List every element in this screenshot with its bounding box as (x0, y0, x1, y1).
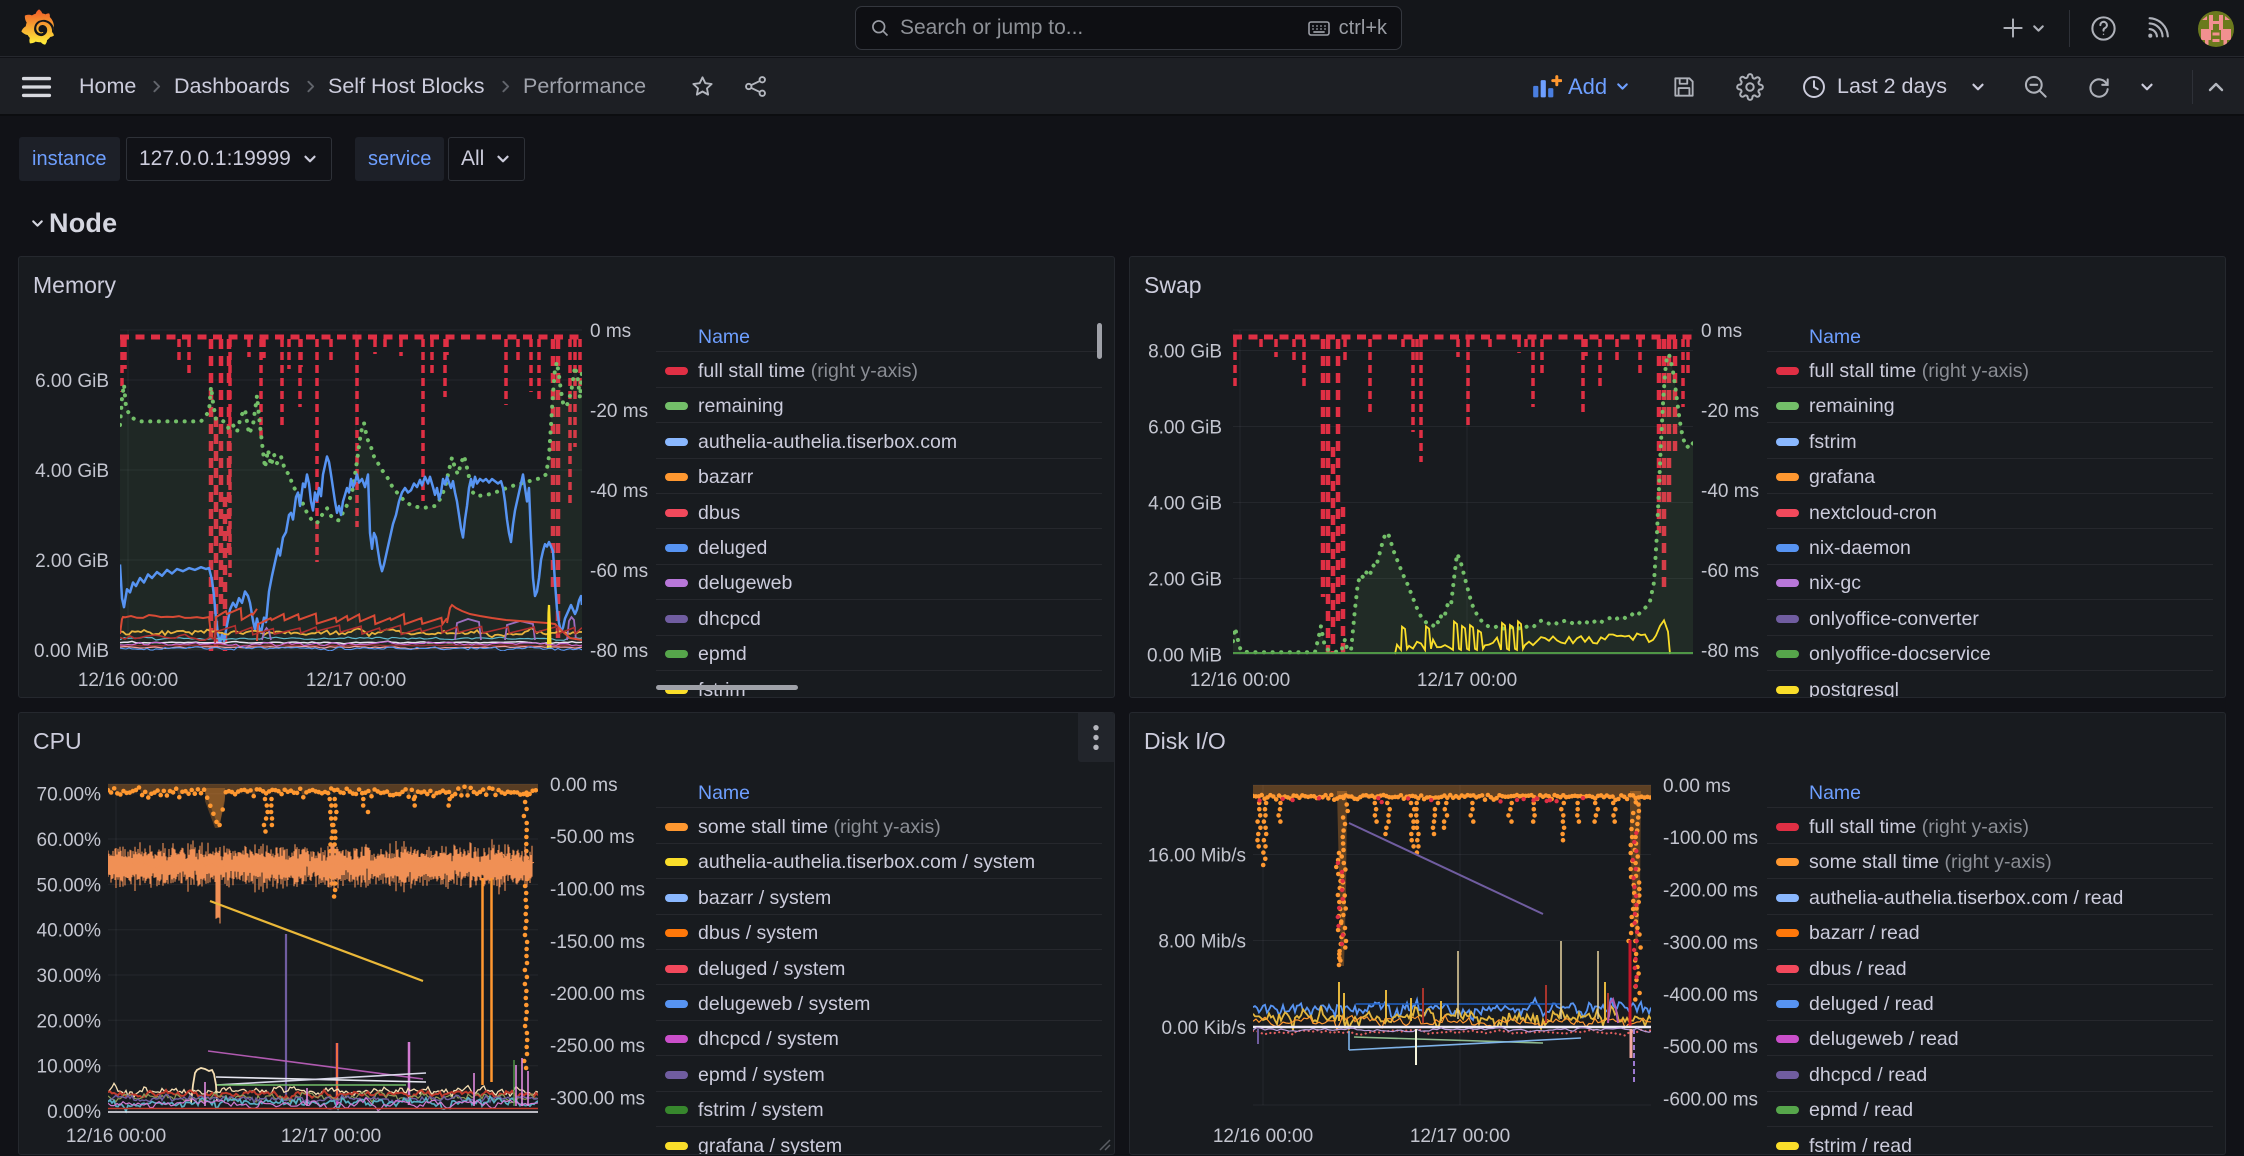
svg-text:2.00 GiB: 2.00 GiB (35, 551, 109, 572)
svg-text:12/17 00:00: 12/17 00:00 (1410, 1126, 1510, 1147)
svg-text:6.00 GiB: 6.00 GiB (35, 371, 109, 392)
svg-text:4.00 GiB: 4.00 GiB (1148, 494, 1222, 515)
svg-text:4.00 GiB: 4.00 GiB (35, 461, 109, 482)
svg-text:0 ms: 0 ms (1701, 321, 1742, 342)
svg-text:16.00 Mib/s: 16.00 Mib/s (1148, 846, 1246, 867)
svg-text:0.00%: 0.00% (47, 1102, 101, 1123)
svg-text:70.00%: 70.00% (37, 785, 102, 806)
svg-text:50.00%: 50.00% (37, 875, 102, 896)
svg-text:12/16 00:00: 12/16 00:00 (66, 1126, 166, 1147)
svg-text:-100.00 ms: -100.00 ms (1663, 828, 1758, 849)
svg-text:0.00 ms: 0.00 ms (550, 775, 618, 796)
svg-text:-400.00 ms: -400.00 ms (1663, 985, 1758, 1006)
svg-text:12/16 00:00: 12/16 00:00 (78, 670, 178, 691)
svg-text:12/16 00:00: 12/16 00:00 (1190, 670, 1290, 691)
svg-text:-200.00 ms: -200.00 ms (550, 984, 645, 1005)
svg-text:0 ms: 0 ms (590, 321, 631, 342)
svg-text:-50.00 ms: -50.00 ms (550, 827, 634, 848)
svg-text:-80 ms: -80 ms (1701, 641, 1759, 662)
svg-text:30.00%: 30.00% (37, 966, 102, 987)
svg-text:2.00 GiB: 2.00 GiB (1148, 570, 1222, 591)
svg-text:-60 ms: -60 ms (1701, 561, 1759, 582)
svg-text:0.00 Kib/s: 0.00 Kib/s (1162, 1018, 1247, 1039)
svg-text:-100.00 ms: -100.00 ms (550, 880, 645, 901)
svg-text:-40 ms: -40 ms (1701, 481, 1759, 502)
svg-text:-20 ms: -20 ms (1701, 401, 1759, 422)
svg-text:40.00%: 40.00% (37, 921, 102, 942)
svg-text:0.00 MiB: 0.00 MiB (34, 641, 109, 662)
svg-text:12/17 00:00: 12/17 00:00 (1417, 670, 1517, 691)
svg-text:8.00 Mib/s: 8.00 Mib/s (1158, 932, 1246, 953)
svg-text:12/17 00:00: 12/17 00:00 (306, 670, 406, 691)
svg-text:60.00%: 60.00% (37, 830, 102, 851)
svg-text:12/17 00:00: 12/17 00:00 (281, 1126, 381, 1147)
svg-text:-300.00 ms: -300.00 ms (550, 1089, 645, 1110)
svg-text:6.00 GiB: 6.00 GiB (1148, 418, 1222, 439)
svg-text:0.00 MiB: 0.00 MiB (1147, 646, 1222, 667)
svg-text:20.00%: 20.00% (37, 1011, 102, 1032)
svg-text:-300.00 ms: -300.00 ms (1663, 933, 1758, 954)
svg-text:-250.00 ms: -250.00 ms (550, 1036, 645, 1057)
svg-text:-80 ms: -80 ms (590, 641, 648, 662)
svg-text:12/16 00:00: 12/16 00:00 (1213, 1126, 1313, 1147)
svg-text:-150.00 ms: -150.00 ms (550, 932, 645, 953)
svg-text:8.00 GiB: 8.00 GiB (1148, 342, 1222, 363)
svg-text:-600.00 ms: -600.00 ms (1663, 1090, 1758, 1111)
svg-text:-500.00 ms: -500.00 ms (1663, 1037, 1758, 1058)
svg-text:-20 ms: -20 ms (590, 401, 648, 422)
svg-text:-60 ms: -60 ms (590, 561, 648, 582)
svg-text:-200.00 ms: -200.00 ms (1663, 881, 1758, 902)
svg-text:-40 ms: -40 ms (590, 481, 648, 502)
svg-text:0.00 ms: 0.00 ms (1663, 776, 1731, 797)
svg-text:10.00%: 10.00% (37, 1057, 102, 1078)
